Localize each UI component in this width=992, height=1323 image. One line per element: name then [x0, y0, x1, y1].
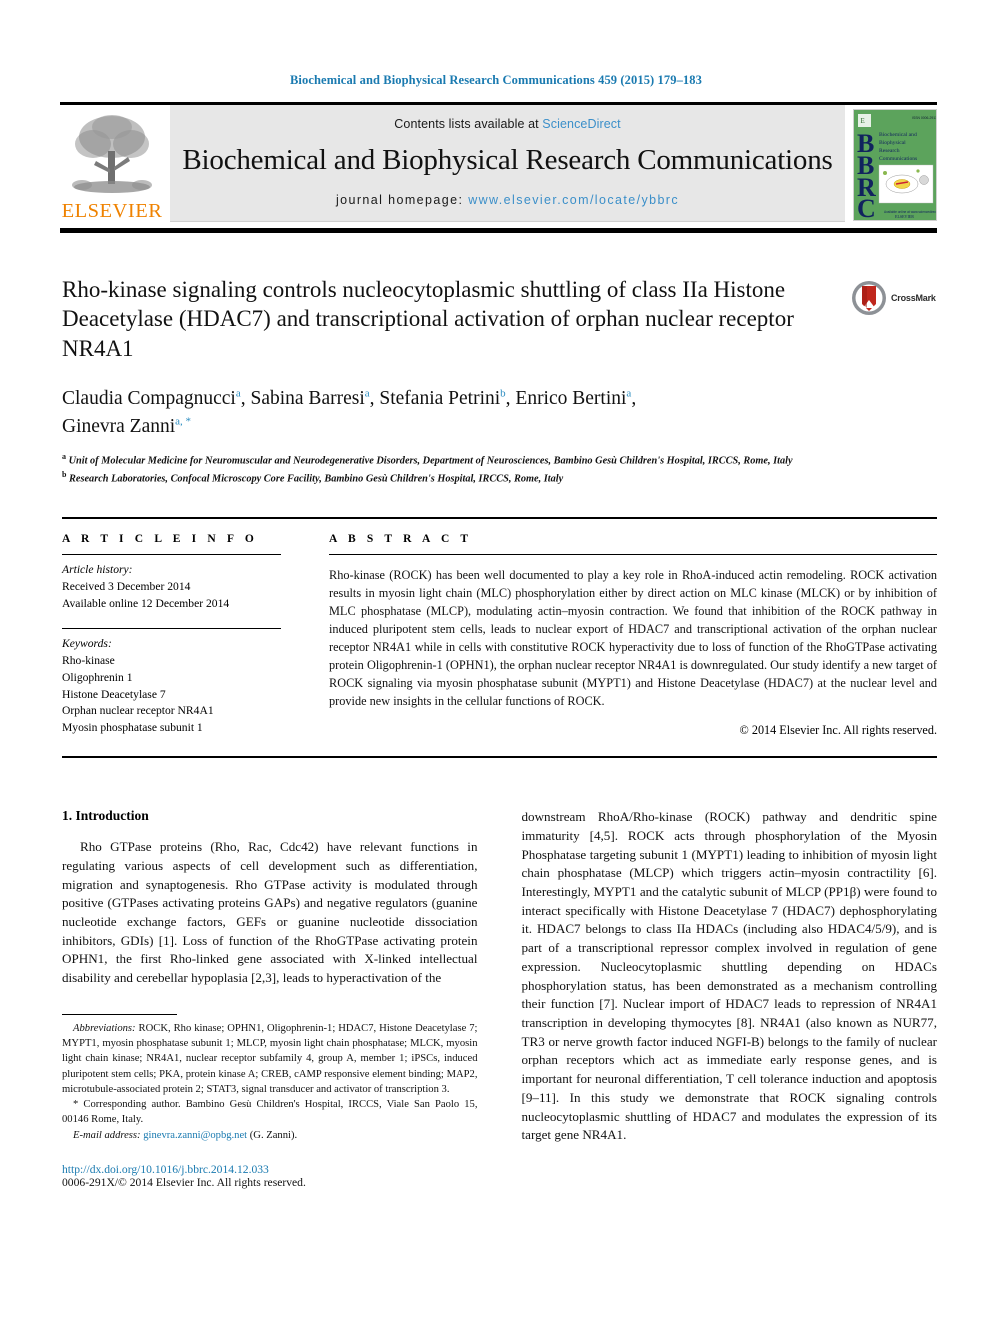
- affiliation-text: Research Laboratories, Confocal Microsco…: [69, 473, 564, 485]
- journal-cover-art: E ISSN 0006-291X B B R C Biochemical and…: [854, 110, 936, 220]
- author-separator: ,: [631, 388, 637, 410]
- crossmark-icon: [852, 280, 886, 315]
- journal-homepage-link[interactable]: www.elsevier.com/locate/ybbrc: [468, 193, 679, 207]
- doi-link[interactable]: http://dx.doi.org/10.1016/j.bbrc.2014.12…: [62, 1163, 478, 1176]
- journal-band: Contents lists available at ScienceDirec…: [170, 105, 845, 222]
- footer-doi-block: http://dx.doi.org/10.1016/j.bbrc.2014.12…: [62, 1163, 478, 1189]
- journal-title: Biochemical and Biophysical Research Com…: [182, 144, 833, 177]
- crossmark-label: CrossMark: [891, 292, 936, 303]
- author-item: Claudia Compagnuccia: [62, 388, 241, 410]
- author-name: Enrico Bertini: [515, 388, 627, 410]
- article-info-column: A R T I C L E I N F O Article history: R…: [62, 533, 305, 738]
- email-footnote: E-mail address: ginevra.zanni@opbg.net (…: [62, 1128, 478, 1143]
- keywords-label: Keywords:: [62, 637, 112, 651]
- introduction-paragraph-right: downstream RhoA/Rho-kinase (ROCK) pathwa…: [521, 809, 938, 1143]
- history-item: Available online 12 December 2014: [62, 596, 230, 610]
- author-separator: ,: [369, 388, 380, 410]
- author-name: Stefania Petrini: [379, 388, 501, 410]
- introduction-paragraph-left: Rho GTPase proteins (Rho, Rac, Cdc42) ha…: [62, 839, 478, 986]
- abstract-copyright: © 2014 Elsevier Inc. All rights reserved…: [739, 723, 937, 738]
- article-info-rule: [62, 553, 281, 555]
- email-suffix: (G. Zanni).: [247, 1129, 298, 1141]
- svg-text:Communications: Communications: [879, 156, 917, 162]
- abstract-rule: [329, 553, 937, 555]
- title-block: Rho-kinase signaling controls nucleocyto…: [62, 275, 937, 487]
- author-item: Ginevra Zannia, *: [62, 415, 192, 438]
- affiliation-text: Unit of Molecular Medicine for Neuromusc…: [68, 455, 793, 467]
- sciencedirect-link[interactable]: ScienceDirect: [542, 117, 620, 131]
- author-separator: ,: [505, 388, 516, 410]
- keyword-item: Myosin phosphatase subunit 1: [62, 721, 203, 735]
- abstract-column: A B S T R A C T Rho-kinase (ROCK) has be…: [305, 533, 937, 738]
- article-history-label: Article history:: [62, 562, 133, 576]
- keyword-item: Rho-kinase: [62, 654, 115, 668]
- article-history-block: Article history: Received 3 December 201…: [62, 562, 281, 612]
- svg-text:Biochemical and: Biochemical and: [879, 132, 917, 138]
- body-column-right: downstream RhoA/Rho-kinase (ROCK) pathwa…: [522, 808, 938, 1189]
- affiliation-item: b Research Laboratories, Confocal Micros…: [62, 469, 937, 487]
- author-name: Ginevra Zanni: [62, 416, 176, 438]
- elsevier-wordmark: ELSEVIER: [61, 200, 163, 222]
- history-item: Received 3 December 2014: [62, 579, 191, 593]
- abstract-text: Rho-kinase (ROCK) has been well document…: [329, 568, 937, 708]
- info-abstract-section: A R T I C L E I N F O Article history: R…: [62, 516, 937, 759]
- contents-prefix: Contents lists available at: [394, 117, 543, 131]
- email-label: E-mail address:: [73, 1129, 141, 1141]
- svg-text:Research: Research: [879, 148, 900, 154]
- keywords-block: Keywords: Rho-kinase Oligophrenin 1 Hist…: [62, 636, 281, 737]
- author-item: Stefania Petrinib: [379, 388, 505, 410]
- author-list: Claudia Compagnuccia, Sabina Barresia, S…: [62, 385, 937, 440]
- keywords-rule: [62, 628, 281, 630]
- elsevier-tree-icon: [72, 115, 152, 193]
- email-link[interactable]: ginevra.zanni@opbg.net: [143, 1130, 247, 1141]
- author-item: Enrico Bertinia: [515, 388, 631, 410]
- author-item: Sabina Barresia: [250, 388, 369, 410]
- journal-homepage-line: journal homepage: www.elsevier.com/locat…: [336, 193, 679, 207]
- crossmark-badge[interactable]: CrossMark: [851, 277, 937, 319]
- running-head: Biochemical and Biophysical Research Com…: [290, 73, 702, 87]
- homepage-prefix: journal homepage:: [335, 192, 469, 207]
- article-page: Biochemical and Biophysical Research Com…: [0, 0, 992, 1323]
- svg-text:C: C: [857, 194, 876, 220]
- svg-text:ISSN 0006-291X: ISSN 0006-291X: [912, 116, 936, 120]
- author-name: Sabina Barresi: [250, 388, 365, 410]
- author-affil-mark: a, *: [175, 415, 192, 428]
- svg-text:E: E: [861, 117, 865, 125]
- footnote-separator-rule: [62, 1013, 177, 1015]
- affiliation-mark: a: [62, 451, 66, 461]
- contents-available-line: Contents lists available at ScienceDirec…: [394, 117, 620, 131]
- body-columns: 1. Introduction Rho GTPase proteins (Rho…: [62, 808, 937, 1189]
- section-heading-introduction: 1. Introduction: [62, 808, 149, 824]
- keyword-item: Oligophrenin 1: [62, 670, 133, 684]
- keyword-item: Orphan nuclear receptor NR4A1: [62, 704, 214, 718]
- info-abstract-bottom-rule: [62, 756, 937, 759]
- abbreviations-label: Abbreviations:: [73, 1022, 136, 1034]
- author-name: Claudia Compagnucci: [62, 388, 236, 410]
- keyword-item: Histone Deacetylase 7: [62, 687, 166, 701]
- masthead-bottom-rule: [60, 227, 937, 233]
- corresponding-author-footnote: * Corresponding author. Bambino Gesù Chi…: [62, 1099, 478, 1126]
- journal-masthead: ELSEVIER Contents lists available at Sci…: [60, 102, 937, 222]
- affiliation-item: a Unit of Molecular Medicine for Neuromu…: [62, 451, 937, 469]
- svg-text:Biophysical: Biophysical: [879, 140, 906, 146]
- abstract-heading: A B S T R A C T: [329, 532, 473, 545]
- abbreviations-footnote: Abbreviations: ROCK, Rho kinase; OPHN1, …: [62, 1021, 478, 1097]
- issn-copyright: 0006-291X/© 2014 Elsevier Inc. All right…: [62, 1175, 306, 1189]
- article-info-heading: A R T I C L E I N F O: [62, 532, 258, 545]
- article-title: Rho-kinase signaling controls nucleocyto…: [62, 276, 794, 361]
- body-column-left: 1. Introduction Rho GTPase proteins (Rho…: [62, 808, 478, 1189]
- elsevier-logo: ELSEVIER: [60, 105, 164, 222]
- affiliation-list: a Unit of Molecular Medicine for Neuromu…: [62, 451, 937, 487]
- svg-text:ELSEVIER: ELSEVIER: [895, 214, 914, 219]
- journal-cover-thumbnail: E ISSN 0006-291X B B R C Biochemical and…: [853, 109, 937, 221]
- affiliation-mark: b: [62, 469, 67, 479]
